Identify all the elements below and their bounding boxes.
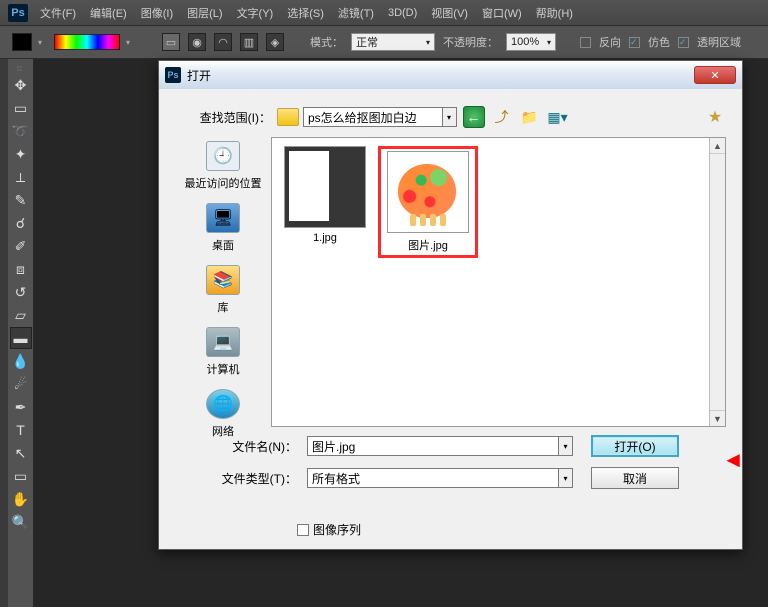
place-recent[interactable]: 🕘最近访问的位置 [185, 141, 262, 191]
menu-file[interactable]: 文件(F) [40, 5, 76, 21]
wand-tool-icon[interactable]: ✦ [10, 143, 32, 165]
view-menu-icon[interactable]: ▦▾ [547, 106, 569, 128]
place-network[interactable]: 🌐网络 [206, 389, 240, 439]
open-dialog: Ps 打开 ✕ 查找范围(I)： ps怎么给抠图加白边 ▾ ← ⤴ 📁 ▦▾ ★… [158, 60, 743, 550]
zoom-tool-icon[interactable]: 🔍 [10, 511, 32, 533]
file-thumbnail [284, 146, 366, 228]
opacity-label: 不透明度： [443, 34, 498, 50]
filename-label: 文件名(N)： [175, 438, 297, 455]
ps-logo-icon: Ps [8, 4, 28, 22]
folder-icon [277, 108, 299, 126]
back-button-icon[interactable]: ← [463, 106, 485, 128]
file-name-label: 图片.jpg [408, 237, 448, 253]
menu-3d[interactable]: 3D(D) [388, 7, 417, 19]
filetype-label: 文件类型(T)： [175, 470, 297, 487]
filetype-select[interactable]: 所有格式 [307, 468, 559, 488]
file-list-pane[interactable]: 1.jpg 图片.jpg ▲ ▼ [271, 137, 726, 427]
menu-help[interactable]: 帮助(H) [536, 5, 573, 21]
filename-input[interactable]: 图片.jpg [307, 436, 559, 456]
dialog-titlebar[interactable]: Ps 打开 ✕ [159, 61, 742, 89]
marquee-tool-icon[interactable]: ▭ [10, 97, 32, 119]
tool-palette: ∷ ✥ ▭ ➰ ✦ ⟂ ✎ ☌ ✐ ⧈ ↺ ▱ ▬ 💧 ☄ ✒ T ↖ ▭ ✋ … [8, 59, 34, 607]
gradient-picker[interactable] [54, 34, 120, 50]
hand-tool-icon[interactable]: ✋ [10, 488, 32, 510]
place-libraries[interactable]: 📚库 [206, 265, 240, 315]
cancel-button[interactable]: 取消 [591, 467, 679, 489]
menu-filter[interactable]: 滤镜(T) [338, 5, 374, 21]
gradient-tool-icon[interactable]: ▬ [10, 327, 32, 349]
file-item[interactable]: 1.jpg [280, 146, 370, 244]
image-sequence-label: 图像序列 [313, 521, 361, 538]
crop-tool-icon[interactable]: ⟂ [10, 166, 32, 188]
path-select-tool-icon[interactable]: ↖ [10, 442, 32, 464]
stamp-tool-icon[interactable]: ⧈ [10, 258, 32, 280]
menu-window[interactable]: 窗口(W) [482, 5, 522, 21]
gradient-diamond-icon[interactable]: ◈ [266, 33, 284, 51]
up-folder-icon[interactable]: ⤴ [491, 106, 513, 128]
menu-image[interactable]: 图像(I) [141, 5, 173, 21]
lookin-dropdown-icon[interactable]: ▾ [443, 107, 457, 127]
app-menubar: Ps 文件(F) 编辑(E) 图像(I) 图层(L) 文字(Y) 选择(S) 滤… [0, 0, 768, 25]
options-bar: ▾ ▾ ▭ ◉ ◠ ▥ ◈ 模式： 正常▾ 不透明度： 100%▾ 反向 仿色 … [0, 25, 768, 59]
eyedropper-tool-icon[interactable]: ✎ [10, 189, 32, 211]
scroll-down-icon[interactable]: ▼ [710, 410, 725, 426]
left-edge-strip [0, 59, 8, 607]
filetype-dropdown-icon[interactable]: ▾ [559, 468, 573, 488]
image-sequence-checkbox[interactable] [297, 524, 309, 536]
palette-grip-icon[interactable]: ∷ [8, 65, 32, 73]
type-tool-icon[interactable]: T [10, 419, 32, 441]
lasso-tool-icon[interactable]: ➰ [10, 120, 32, 142]
transparency-label: 透明区域 [697, 34, 741, 50]
scroll-up-icon[interactable]: ▲ [710, 138, 725, 154]
file-item-selected[interactable]: 图片.jpg [383, 151, 473, 253]
blur-tool-icon[interactable]: 💧 [10, 350, 32, 372]
new-folder-icon[interactable]: 📁 [519, 106, 541, 128]
dodge-tool-icon[interactable]: ☄ [10, 373, 32, 395]
foreground-swatch[interactable] [12, 33, 32, 51]
favorites-icon[interactable]: ★ [704, 106, 726, 128]
dialog-ps-icon: Ps [165, 67, 181, 83]
eraser-tool-icon[interactable]: ▱ [10, 304, 32, 326]
places-bar: 🕘最近访问的位置 🖥桌面 📚库 💻计算机 🌐网络 [175, 137, 271, 427]
history-brush-tool-icon[interactable]: ↺ [10, 281, 32, 303]
gradient-reflected-icon[interactable]: ▥ [240, 33, 258, 51]
gradient-angle-icon[interactable]: ◠ [214, 33, 232, 51]
gradient-dropdown-icon[interactable]: ▾ [122, 34, 134, 50]
shape-tool-icon[interactable]: ▭ [10, 465, 32, 487]
file-name-label: 1.jpg [313, 232, 337, 244]
reverse-checkbox[interactable] [580, 37, 591, 48]
filename-dropdown-icon[interactable]: ▾ [559, 436, 573, 456]
place-computer[interactable]: 💻计算机 [206, 327, 240, 377]
dither-checkbox[interactable] [629, 37, 640, 48]
file-thumbnail [387, 151, 469, 233]
pen-tool-icon[interactable]: ✒ [10, 396, 32, 418]
menu-select[interactable]: 选择(S) [287, 5, 324, 21]
move-tool-icon[interactable]: ✥ [10, 74, 32, 96]
reverse-label: 反向 [599, 34, 621, 50]
mode-label: 模式： [310, 34, 343, 50]
menu-type[interactable]: 文字(Y) [237, 5, 274, 21]
dialog-title: 打开 [187, 67, 211, 84]
healing-tool-icon[interactable]: ☌ [10, 212, 32, 234]
lookin-label: 查找范围(I)： [175, 109, 271, 126]
menu-edit[interactable]: 编辑(E) [90, 5, 127, 21]
gradient-linear-icon[interactable]: ▭ [162, 33, 180, 51]
place-desktop[interactable]: 🖥桌面 [206, 203, 240, 253]
dither-label: 仿色 [648, 34, 670, 50]
dialog-close-button[interactable]: ✕ [694, 66, 736, 84]
lookin-combo[interactable]: ps怎么给抠图加白边 [303, 107, 443, 127]
swatch-dropdown-icon[interactable]: ▾ [34, 34, 46, 50]
opacity-field[interactable]: 100%▾ [506, 33, 556, 51]
open-button[interactable]: 打开(O) [591, 435, 679, 457]
brush-tool-icon[interactable]: ✐ [10, 235, 32, 257]
mode-select[interactable]: 正常▾ [351, 33, 435, 51]
selection-highlight: 图片.jpg [378, 146, 478, 258]
menu-view[interactable]: 视图(V) [431, 5, 468, 21]
file-pane-scrollbar[interactable]: ▲ ▼ [709, 138, 725, 426]
menu-layer[interactable]: 图层(L) [187, 5, 222, 21]
gradient-radial-icon[interactable]: ◉ [188, 33, 206, 51]
transparency-checkbox[interactable] [678, 37, 689, 48]
